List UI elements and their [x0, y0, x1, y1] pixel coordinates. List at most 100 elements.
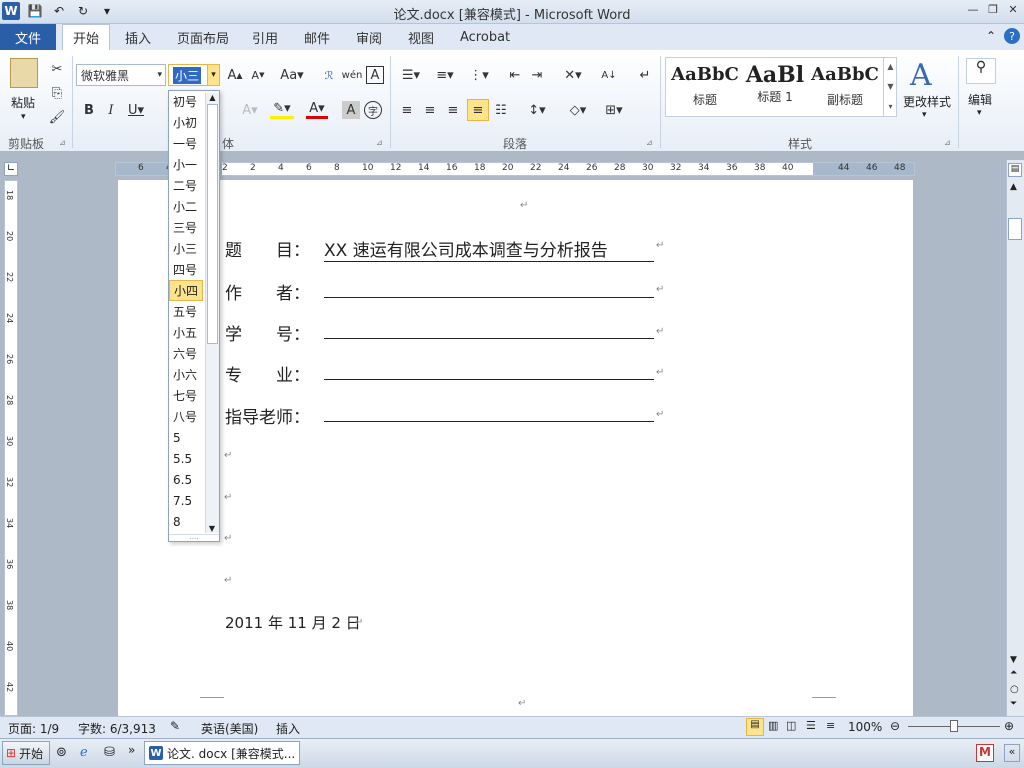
italic-icon[interactable]: I [102, 101, 120, 119]
close-icon[interactable]: ✕ [1006, 2, 1020, 16]
style-subtitle[interactable]: AaBbC 副标题 [810, 64, 880, 108]
font-size-option[interactable]: 六号 [169, 343, 203, 364]
increase-indent-icon[interactable]: ⇥ [528, 66, 546, 84]
print-layout-icon[interactable]: ▤ [746, 718, 764, 736]
bullets-icon[interactable]: ☰▾ [398, 66, 424, 84]
shading-icon[interactable]: ◇▾ [564, 101, 592, 119]
borders-icon[interactable]: ⊞▾ [600, 101, 628, 119]
clear-format-icon[interactable]: ℛ [320, 66, 338, 84]
tab-page-layout[interactable]: 页面布局 [177, 24, 229, 50]
resize-grip-icon[interactable]: ···· [169, 534, 219, 543]
tab-review[interactable]: 审阅 [356, 24, 382, 50]
zoom-slider-thumb[interactable] [950, 720, 958, 732]
dropdown-scroll-thumb[interactable] [207, 104, 218, 344]
clipboard-launcher-icon[interactable]: ⊿ [59, 138, 66, 147]
more-icon[interactable]: » [128, 743, 135, 757]
numbering-icon[interactable]: ≡▾ [432, 66, 458, 84]
font-size-option[interactable]: 6.5 [169, 469, 203, 490]
full-screen-reading-icon[interactable]: ▥ [768, 719, 778, 732]
change-case-icon[interactable]: Aa▾ [280, 66, 304, 84]
field-advisor-value[interactable] [324, 403, 654, 422]
font-size-dropdown-icon[interactable]: ▾ [207, 64, 220, 86]
shrink-font-icon[interactable]: A ▼ [248, 66, 268, 84]
font-name-combo[interactable]: 微软雅黑 ▾ [76, 64, 166, 86]
zoom-out-icon[interactable]: ⊖ [890, 719, 900, 733]
underline-icon[interactable]: U▾ [126, 101, 146, 119]
highlight-icon[interactable]: ✎▾ [270, 101, 294, 119]
text-effects-icon[interactable]: A▾ [240, 101, 260, 119]
phonetic-guide-icon[interactable]: wén [342, 66, 363, 84]
draft-view-icon[interactable]: ≡ [826, 719, 835, 732]
font-size-option[interactable]: 小五 [169, 322, 203, 343]
enclose-characters-icon[interactable]: 字 [364, 101, 382, 119]
justify-icon[interactable]: ≡ [467, 99, 489, 121]
view-ruler-icon[interactable]: ▤ [1008, 163, 1022, 177]
cut-icon[interactable]: ✂ [48, 60, 66, 78]
binoculars-icon[interactable]: ⚲ [966, 58, 996, 84]
scroll-up-icon[interactable]: ▲ [1010, 182, 1017, 192]
tab-file[interactable]: 文件 [0, 24, 56, 50]
browser-icon[interactable]: ℯ [80, 745, 88, 760]
font-size-option[interactable]: 一号 [169, 133, 203, 154]
web-layout-icon[interactable]: ◫ [786, 719, 796, 732]
paste-icon[interactable] [10, 58, 38, 88]
copy-icon[interactable]: ⎘ [48, 84, 66, 102]
character-shading-icon[interactable]: A [342, 101, 360, 119]
vertical-ruler[interactable] [4, 180, 18, 716]
font-size-option[interactable]: 小四 [169, 280, 203, 301]
paste-button-label[interactable]: 粘贴 [11, 94, 35, 111]
show-marks-icon[interactable]: ↵ [636, 66, 654, 84]
browse-object-icon[interactable]: ○ [1010, 684, 1019, 695]
font-size-option[interactable]: 5.5 [169, 448, 203, 469]
format-painter-icon[interactable]: 🖌 [48, 108, 66, 126]
distributed-icon[interactable]: ☷ [492, 101, 510, 119]
font-size-option[interactable]: 小三 [169, 238, 203, 259]
grow-font-icon[interactable]: A ▲ [225, 66, 245, 84]
chinese-layout-icon[interactable]: ✕▾ [560, 66, 586, 84]
tray-app-icon[interactable]: M [976, 744, 994, 762]
status-language[interactable]: 英语(美国) [201, 720, 258, 737]
font-size-option[interactable]: 8 [169, 511, 203, 532]
font-launcher-icon[interactable]: ⊿ [376, 138, 383, 147]
help-icon[interactable]: ? [1004, 28, 1020, 44]
previous-page-icon[interactable]: ⏶ [1010, 668, 1017, 678]
proofing-icon[interactable]: ✎ [170, 719, 180, 733]
zoom-level[interactable]: 100% [848, 720, 882, 734]
editing-dropdown-icon[interactable]: ▾ [977, 108, 982, 118]
font-size-option[interactable]: 小二 [169, 196, 203, 217]
style-heading-1[interactable]: AaBl 标题 1 [740, 64, 810, 105]
font-color-icon[interactable]: A▾ [306, 101, 328, 119]
dropdown-scroll-down-icon[interactable]: ▼ [206, 524, 218, 533]
tab-references[interactable]: 引用 [252, 24, 278, 50]
font-size-option[interactable]: 二号 [169, 175, 203, 196]
dropdown-scrollbar[interactable]: ▲ ▼ [205, 93, 219, 533]
font-size-option[interactable]: 三号 [169, 217, 203, 238]
scroll-down-icon[interactable]: ▼ [1010, 655, 1017, 665]
zoom-in-icon[interactable]: ⊕ [1004, 719, 1014, 733]
styles-scroll[interactable]: ▲ ▼ ▾ [883, 57, 897, 117]
font-size-option[interactable]: 7.5 [169, 490, 203, 511]
line-spacing-icon[interactable]: ↕▾ [524, 101, 550, 119]
align-left-icon[interactable]: ≡ [398, 101, 416, 119]
style-title[interactable]: AaBbC 标题 [670, 64, 740, 108]
change-styles-label[interactable]: 更改样式 [903, 93, 951, 110]
font-size-option[interactable]: 七号 [169, 385, 203, 406]
ribbon-collapse-icon[interactable]: ⌃ [986, 29, 996, 43]
tab-insert[interactable]: 插入 [125, 24, 151, 50]
change-styles-icon[interactable]: A [910, 58, 932, 93]
bold-icon[interactable]: B [80, 101, 98, 119]
font-size-option[interactable]: 四号 [169, 259, 203, 280]
multilevel-list-icon[interactable]: ⋮▾ [466, 66, 492, 84]
status-insert-mode[interactable]: 插入 [276, 720, 300, 737]
sort-icon[interactable]: A↓ [600, 66, 618, 84]
font-size-option[interactable]: 小一 [169, 154, 203, 175]
field-author-value[interactable] [324, 279, 654, 298]
tab-mailings[interactable]: 邮件 [304, 24, 330, 50]
tab-selector-icon[interactable]: ∟ [4, 162, 18, 176]
restore-icon[interactable]: ❐ [986, 2, 1000, 16]
minimize-icon[interactable]: — [966, 2, 980, 16]
next-page-icon[interactable]: ⏷ [1010, 699, 1017, 709]
paragraph-launcher-icon[interactable]: ⊿ [646, 138, 653, 147]
tab-home[interactable]: 开始 [62, 24, 111, 50]
font-size-option[interactable]: 初号 [169, 91, 203, 112]
